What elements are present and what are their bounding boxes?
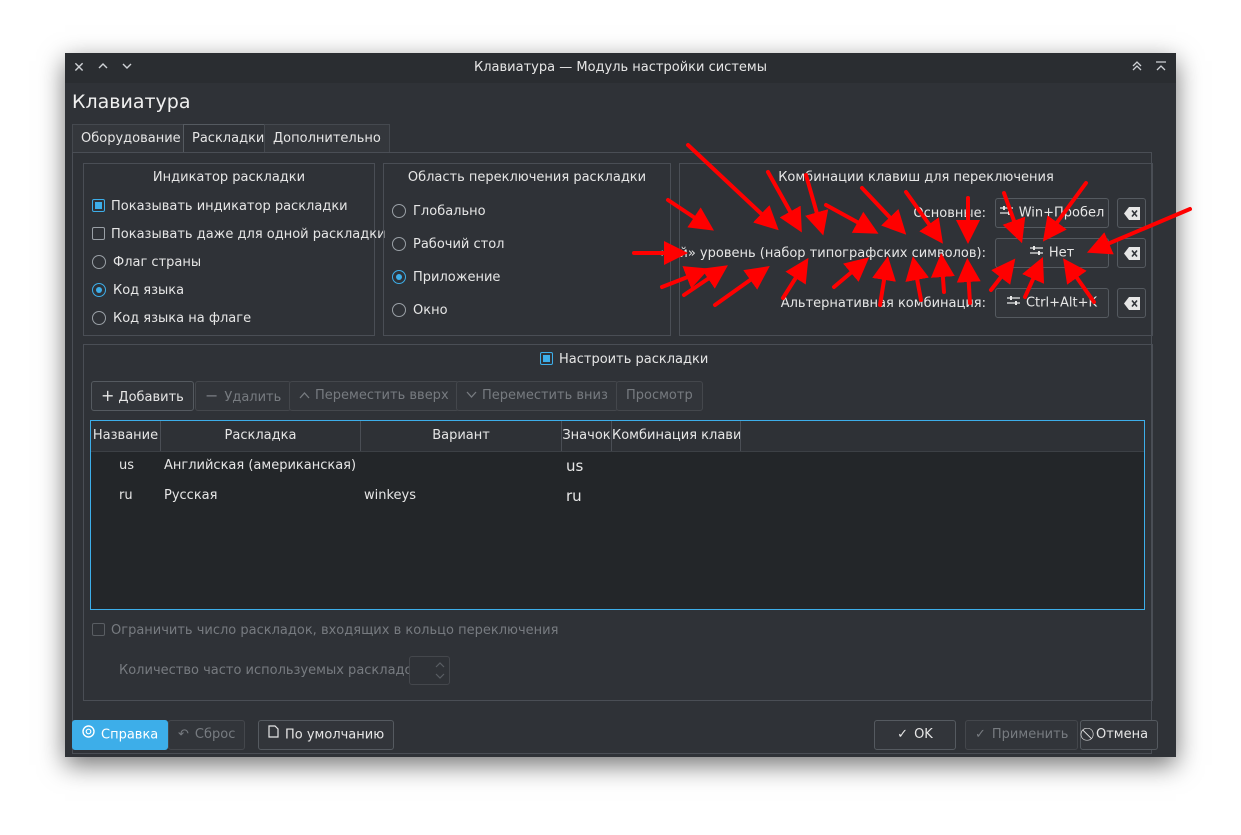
settings-window: ✕ Клавиатура — Модуль настройки системы …: [65, 53, 1176, 757]
defaults-button[interactable]: По умолчанию: [258, 720, 395, 750]
clear-third-level-button[interactable]: [1117, 238, 1146, 268]
radio-unchecked-icon: [392, 302, 406, 317]
checkmark-icon: ✓: [897, 727, 909, 742]
configure-icon: [1006, 289, 1020, 317]
shortcuts-group: Комбинации клавиш для переключения Основ…: [658, 163, 1153, 336]
clear-main-shortcut-button[interactable]: [1117, 198, 1146, 228]
lang-on-flag-radio[interactable]: Код языка на флаге: [92, 310, 251, 328]
window-title: Клавиатура — Модуль настройки системы: [474, 60, 767, 75]
row-layout: Русская: [164, 488, 218, 503]
row-icon: ru: [566, 487, 582, 505]
shortcuts-title: Комбинации клавиш для переключения: [778, 170, 1054, 185]
checkbox-unchecked-icon: [92, 623, 105, 636]
add-button[interactable]: + Добавить: [91, 381, 194, 411]
reset-button[interactable]: ↶ Сброс: [168, 720, 246, 750]
third-level-label: «3-й» уровень (набор типографских символ…: [658, 246, 986, 261]
help-button[interactable]: Справка: [72, 720, 169, 750]
layouts-table[interactable]: Название Раскладка Вариант Значок Комбин…: [90, 420, 1145, 610]
column-header-layout[interactable]: Раскладка: [161, 421, 361, 451]
window-radio[interactable]: Окно: [392, 302, 448, 320]
radio-unchecked-icon: [392, 203, 406, 218]
row-layout: Английская (американская): [164, 458, 357, 473]
count-spinbox[interactable]: [409, 656, 450, 685]
checkbox-checked-icon: [92, 199, 105, 212]
remove-button[interactable]: − Удалить: [195, 381, 292, 411]
table-row[interactable]: ru Русская winkeys ru: [91, 481, 1144, 511]
chevron-up-icon: [299, 388, 310, 403]
radio-unchecked-icon: [92, 310, 106, 325]
page-title: Клавиатура: [72, 91, 191, 113]
switch-area-title: Область переключения раскладки: [407, 170, 647, 185]
cancel-button[interactable]: ⃠Отмена: [1080, 720, 1159, 750]
show-single-checkbox[interactable]: Показывать даже для одной раскладки: [92, 226, 386, 244]
show-indicator-checkbox[interactable]: Показывать индикатор раскладки: [92, 198, 348, 216]
count-label: Количество часто используемых раскладок:: [119, 663, 425, 678]
move-up-button[interactable]: Переместить вверх: [289, 381, 459, 411]
column-header-icon[interactable]: Значок: [562, 421, 612, 451]
main-shortcut-label: Основные:: [913, 206, 986, 221]
switch-area-group: Область переключения раскладки Глобально…: [383, 163, 671, 336]
spin-arrows-icon: [435, 662, 445, 679]
row-variant: winkeys: [364, 488, 417, 503]
clear-alt-shortcut-button[interactable]: [1117, 288, 1146, 318]
app-radio[interactable]: Приложение: [392, 269, 500, 287]
row-icon: us: [566, 457, 584, 475]
keep-above-icon[interactable]: [1128, 59, 1146, 77]
column-header-variant[interactable]: Вариант: [361, 421, 562, 451]
backspace-icon: [1124, 247, 1140, 260]
tab-advanced[interactable]: Дополнительно: [264, 124, 390, 152]
checkbox-unchecked-icon: [92, 227, 105, 240]
third-level-button[interactable]: Нет: [995, 238, 1109, 268]
limit-layouts-checkbox[interactable]: Ограничить число раскладок, входящих в к…: [92, 622, 558, 640]
radio-unchecked-icon: [392, 236, 406, 251]
tab-layouts[interactable]: Раскладки: [183, 124, 274, 152]
flag-radio[interactable]: Флаг страны: [92, 254, 201, 272]
help-lifebuoy-icon: [82, 721, 95, 749]
checkbox-checked-icon: [540, 352, 553, 365]
radio-checked-icon: [92, 282, 106, 297]
alt-shortcut-button[interactable]: Ctrl+Alt+K: [995, 288, 1109, 318]
table-row[interactable]: us Английская (американская) us: [91, 451, 1144, 481]
document-icon: [268, 721, 279, 749]
indicator-group: Индикатор раскладки Показывать индикатор…: [83, 163, 386, 336]
chevron-down-icon: [466, 388, 477, 403]
global-radio[interactable]: Глобально: [392, 203, 486, 221]
plus-icon: +: [101, 386, 115, 405]
apply-button[interactable]: ✓ Применить: [965, 720, 1079, 750]
configure-icon: [999, 199, 1013, 227]
column-header-name[interactable]: Название: [91, 421, 161, 451]
undo-icon: ↶: [178, 727, 189, 742]
main-shortcut-button[interactable]: Win+Пробел: [995, 198, 1109, 228]
radio-checked-icon: [392, 269, 406, 284]
configure-icon: [1029, 239, 1043, 267]
move-down-button[interactable]: Переместить вниз: [456, 381, 618, 411]
preview-button[interactable]: Просмотр: [616, 381, 703, 411]
column-header-shortcut[interactable]: Комбинация клавиш: [612, 421, 741, 451]
row-name: ru: [119, 488, 133, 503]
table-header: Название Раскладка Вариант Значок Комбин…: [91, 421, 1144, 452]
alt-shortcut-label: Альтернативная комбинация:: [780, 296, 986, 311]
radio-unchecked-icon: [92, 254, 106, 269]
configure-layouts-checkbox[interactable]: Настроить раскладки: [540, 351, 708, 369]
row-name: us: [119, 458, 135, 473]
ok-button[interactable]: ✓ OK: [874, 720, 956, 750]
shade-icon[interactable]: [1152, 59, 1170, 77]
layouts-tab-pane: Индикатор раскладки Показывать индикатор…: [72, 152, 1153, 754]
tab-hardware[interactable]: Оборудование: [72, 124, 190, 152]
desktop-radio[interactable]: Рабочий стол: [392, 236, 504, 254]
checkmark-icon: ✓: [975, 727, 986, 742]
lang-code-radio[interactable]: Код языка: [92, 282, 184, 300]
minus-icon: −: [205, 386, 219, 405]
backspace-icon: [1124, 207, 1140, 220]
backspace-icon: [1124, 297, 1140, 310]
indicator-group-title: Индикатор раскладки: [152, 170, 306, 185]
title-bar: ✕ Клавиатура — Модуль настройки системы: [65, 53, 1176, 83]
